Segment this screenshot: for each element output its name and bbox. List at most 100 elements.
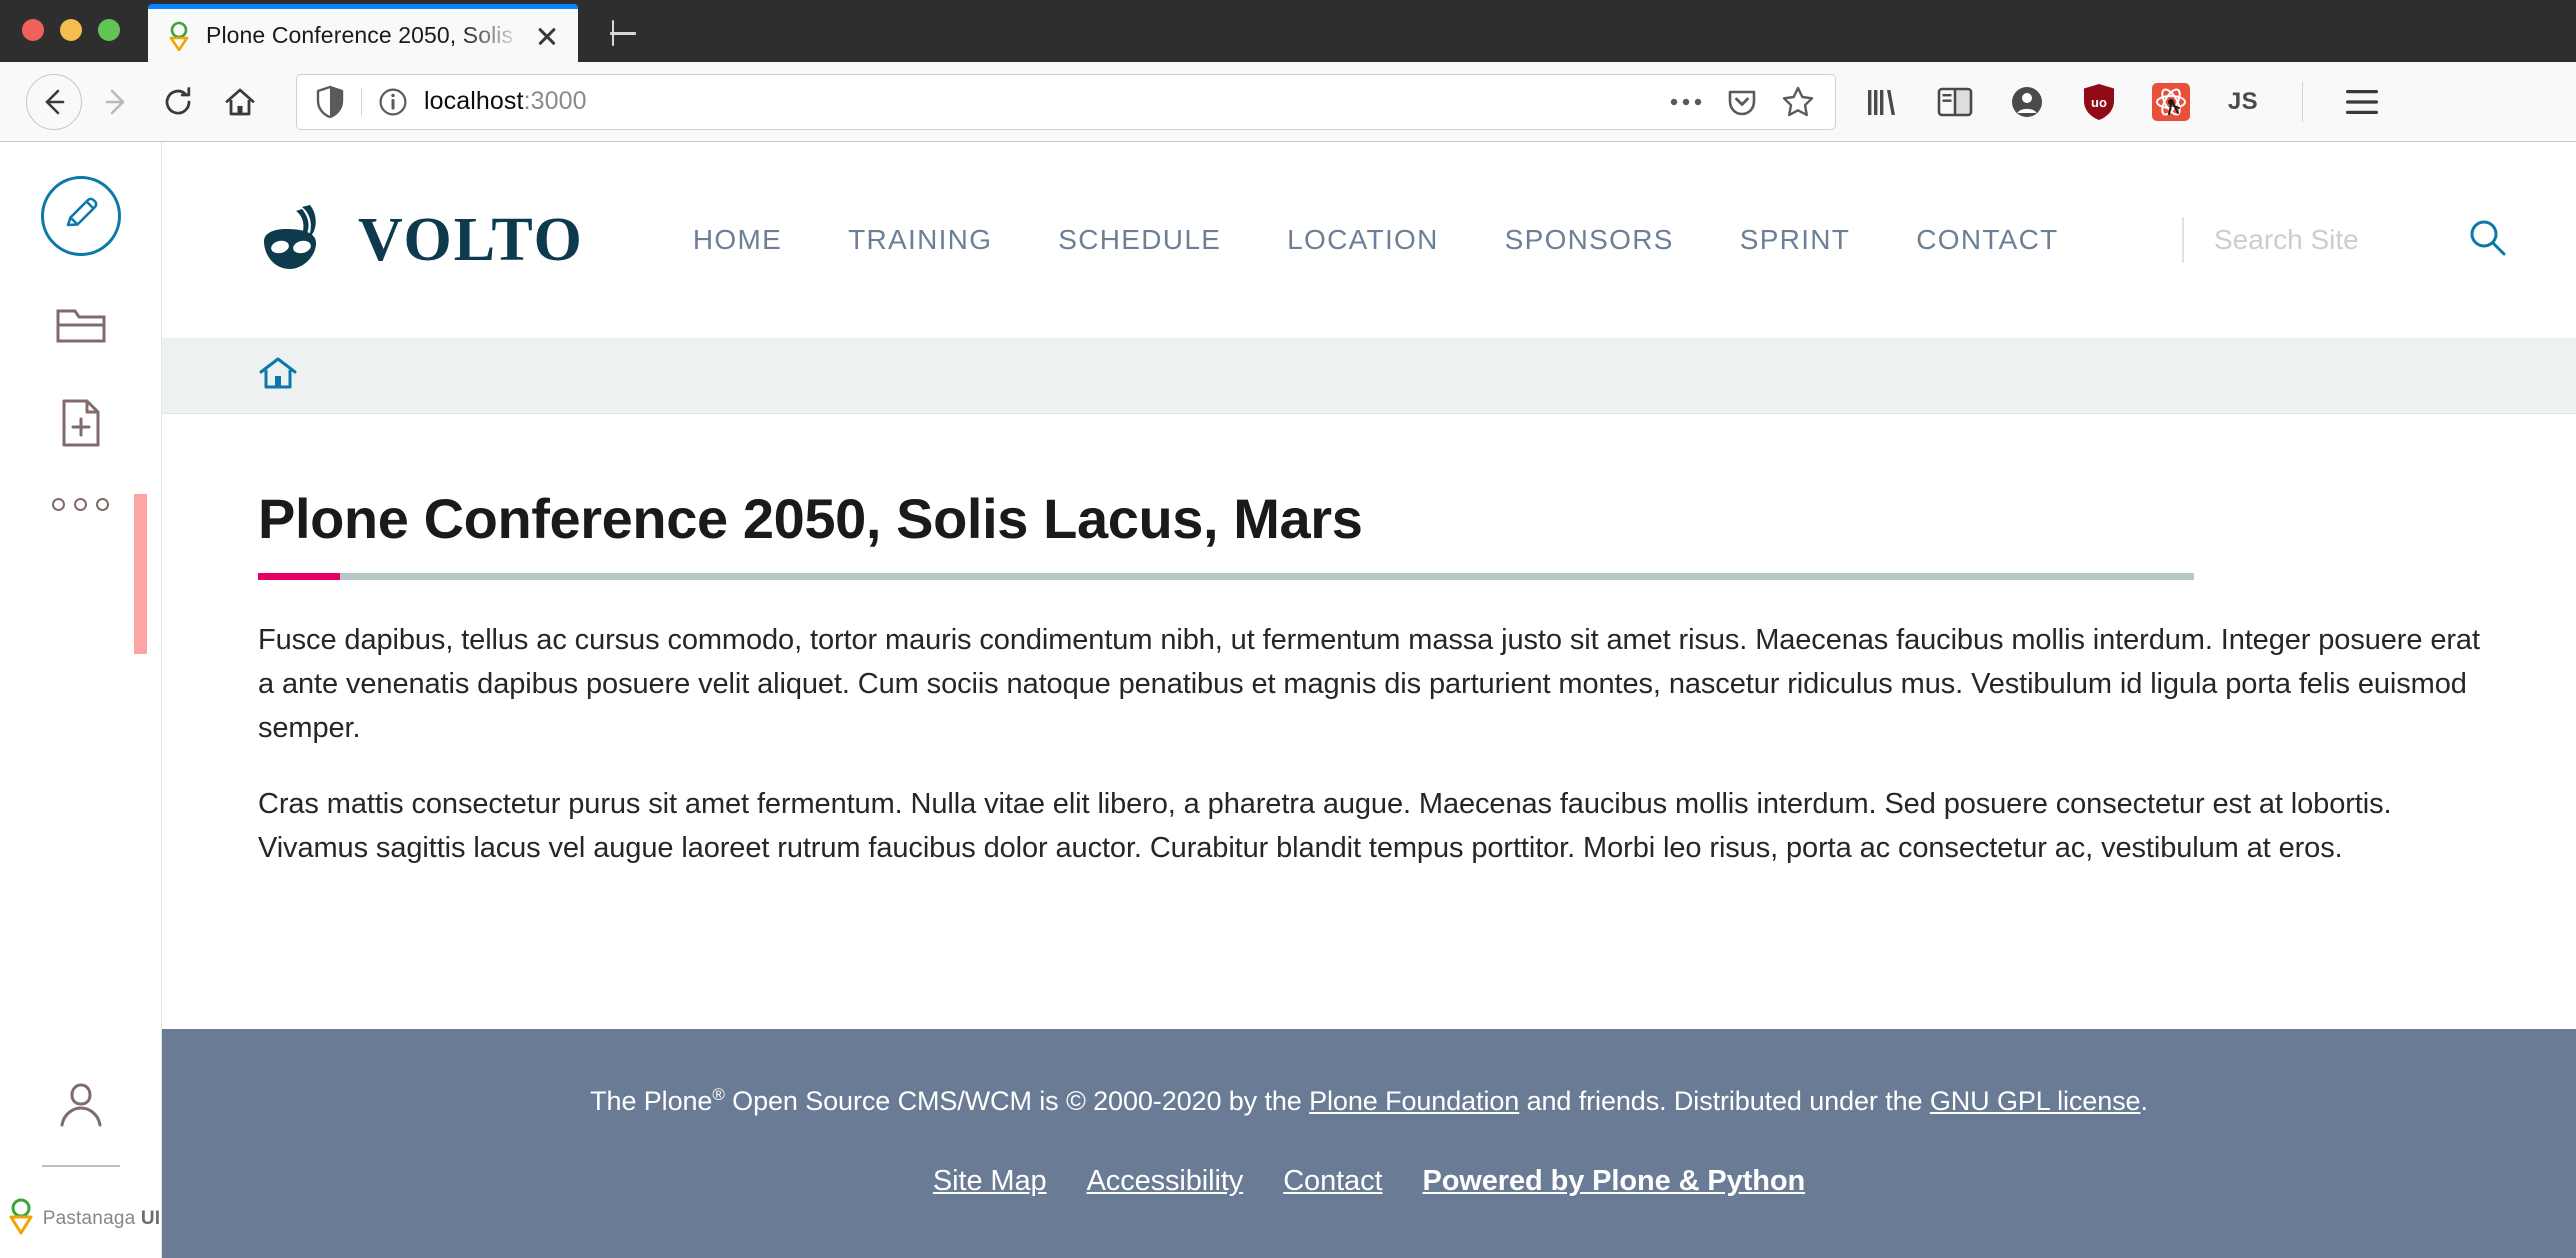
nav-item-contact[interactable]: CONTACT	[1883, 224, 2091, 256]
pastanaga-toolbar: Pastanaga UI	[0, 142, 162, 1258]
pastanaga-brand-label: Pastanaga UI	[43, 1208, 161, 1230]
footer-link-powered-by[interactable]: Powered by Plone & Python	[1422, 1165, 1805, 1198]
colophon-part4: .	[2140, 1086, 2148, 1117]
site-logo[interactable]: VOLTO	[258, 203, 584, 277]
site-footer: The Plone® Open Source CMS/WCM is © 2000…	[162, 1029, 2576, 1258]
reload-icon	[165, 86, 191, 114]
pastanaga-brand: Pastanaga UI	[1, 1197, 161, 1240]
ellipsis-dot-icon	[96, 498, 109, 511]
nav-item-sponsors[interactable]: SPONSORS	[1472, 224, 1707, 256]
site-search	[2162, 212, 2516, 268]
volto-mask-logo-icon	[258, 203, 336, 277]
toolbar-divider	[41, 1164, 120, 1167]
footer-colophon: The Plone® Open Source CMS/WCM is © 2000…	[202, 1083, 2536, 1121]
brand-bold: UI	[140, 1207, 161, 1229]
search-divider	[2182, 217, 2184, 263]
nav-item-home[interactable]: HOME	[660, 224, 815, 256]
document-plus-icon	[59, 398, 103, 453]
add-button[interactable]	[50, 394, 112, 456]
library-icon[interactable]	[1860, 79, 1906, 125]
plone-foundation-link[interactable]: Plone Foundation	[1309, 1086, 1519, 1116]
toolbar-highlight-bar	[134, 494, 147, 654]
javascript-toggle-icon[interactable]: JS	[2220, 79, 2266, 125]
footer-link-accessibility[interactable]: Accessibility	[1087, 1165, 1244, 1198]
nav-item-location[interactable]: LOCATION	[1254, 224, 1471, 256]
contents-button[interactable]	[50, 296, 112, 358]
window-controls	[22, 0, 120, 62]
browser-navigation-bar: localhost:3000 uo JS	[0, 62, 2576, 142]
footer-links: Site Map Accessibility Contact Powered b…	[202, 1165, 2536, 1198]
tab-strip: Plone Conference 2050, Solis L	[148, 0, 646, 62]
url-bar-actions	[1667, 83, 1821, 121]
edit-button[interactable]	[40, 176, 121, 256]
title-accent-rule	[258, 572, 2194, 580]
folder-icon	[55, 303, 107, 352]
back-arrow-icon	[45, 89, 65, 114]
registered-mark: ®	[712, 1085, 725, 1105]
nav-item-training[interactable]: TRAINING	[815, 224, 1025, 256]
pastanaga-logo-icon	[5, 1197, 37, 1240]
site-header: VOLTO HOME TRAINING SCHEDULE LOCATION SP…	[162, 142, 2576, 338]
nav-item-schedule[interactable]: SCHEDULE	[1025, 224, 1254, 256]
reload-button[interactable]	[150, 74, 206, 130]
back-button[interactable]	[26, 73, 82, 130]
sidebar-icon[interactable]	[1932, 79, 1978, 125]
breadcrumb	[162, 338, 2576, 414]
body-paragraph: Fusce dapibus, tellus ac cursus commodo,…	[258, 623, 2480, 744]
close-window-button[interactable]	[22, 19, 44, 41]
user-button[interactable]	[50, 1077, 112, 1139]
pastanaga-toolbar-footer: Pastanaga UI	[0, 1077, 161, 1258]
browser-titlebar: Plone Conference 2050, Solis L	[0, 0, 2576, 62]
minimize-window-button[interactable]	[60, 19, 82, 41]
javascript-toggle-label: JS	[2227, 87, 2259, 115]
url-separator	[361, 87, 362, 116]
gnu-gpl-license-link[interactable]: GNU GPL license	[1930, 1086, 2141, 1116]
page-info-icon[interactable]	[376, 87, 410, 117]
tab-title: Plone Conference 2050, Solis L	[206, 22, 526, 48]
maximize-window-button[interactable]	[98, 19, 120, 41]
ellipsis-dot-icon	[52, 498, 65, 511]
toolbar-separator	[2302, 81, 2303, 122]
brand-text: Pastanaga	[42, 1207, 141, 1229]
colophon-part1: The Plone	[590, 1086, 713, 1117]
page-title: Plone Conference 2050, Solis Lacus, Mars	[258, 487, 1363, 550]
ublock-origin-icon[interactable]: uo	[2076, 79, 2122, 125]
search-button[interactable]	[2460, 212, 2516, 268]
colophon-part2: Open Source CMS/WCM is © 2000-2020 by th…	[724, 1086, 1310, 1117]
url-text[interactable]: localhost:3000	[424, 87, 1667, 116]
page-actions-ellipsis-icon[interactable]	[1667, 83, 1705, 121]
url-host: localhost	[424, 87, 524, 115]
app-menu-icon[interactable]	[2339, 79, 2385, 125]
url-bar[interactable]: localhost:3000	[296, 73, 1836, 130]
magnifier-icon	[2467, 217, 2509, 264]
body-paragraph: Cras mattis consectetur purus sit amet f…	[258, 787, 2392, 865]
page-content: Plone Conference 2050, Solis Lacus, Mars…	[162, 414, 2576, 1029]
react-devtools-icon[interactable]	[2148, 79, 2194, 125]
home-button[interactable]	[212, 74, 268, 130]
forward-button[interactable]	[88, 74, 144, 130]
ellipsis-dot-icon	[74, 498, 87, 511]
account-icon[interactable]	[2004, 79, 2050, 125]
page-viewport: Pastanaga UI VOLTO HOME TRAINING SCHEDUL…	[0, 142, 2576, 1258]
breadcrumb-home-link[interactable]	[258, 355, 300, 397]
footer-link-site-map[interactable]: Site Map	[933, 1165, 1047, 1198]
home-house-icon	[225, 88, 255, 115]
footer-link-contact[interactable]: Contact	[1283, 1165, 1382, 1198]
new-tab-button[interactable]	[600, 10, 646, 56]
pencil-icon	[59, 192, 103, 241]
bookmark-star-icon[interactable]	[1779, 83, 1817, 121]
pocket-icon[interactable]	[1723, 83, 1761, 121]
main-navigation: HOME TRAINING SCHEDULE LOCATION SPONSORS…	[660, 224, 2162, 256]
browser-window: Plone Conference 2050, Solis L localhost…	[0, 0, 2576, 1258]
forward-arrow-icon	[105, 89, 125, 114]
colophon-part3: and friends. Distributed under the	[1519, 1086, 1930, 1117]
close-tab-icon[interactable]	[530, 19, 564, 53]
tracking-protection-shield-icon[interactable]	[313, 85, 347, 119]
nav-item-sprint[interactable]: SPRINT	[1707, 224, 1883, 256]
more-button[interactable]	[52, 498, 109, 511]
search-input[interactable]	[2214, 224, 2446, 256]
person-icon	[56, 1081, 106, 1134]
home-icon	[258, 355, 298, 396]
pastanaga-favicon-icon	[166, 21, 192, 51]
browser-tab-active[interactable]: Plone Conference 2050, Solis L	[148, 4, 578, 62]
